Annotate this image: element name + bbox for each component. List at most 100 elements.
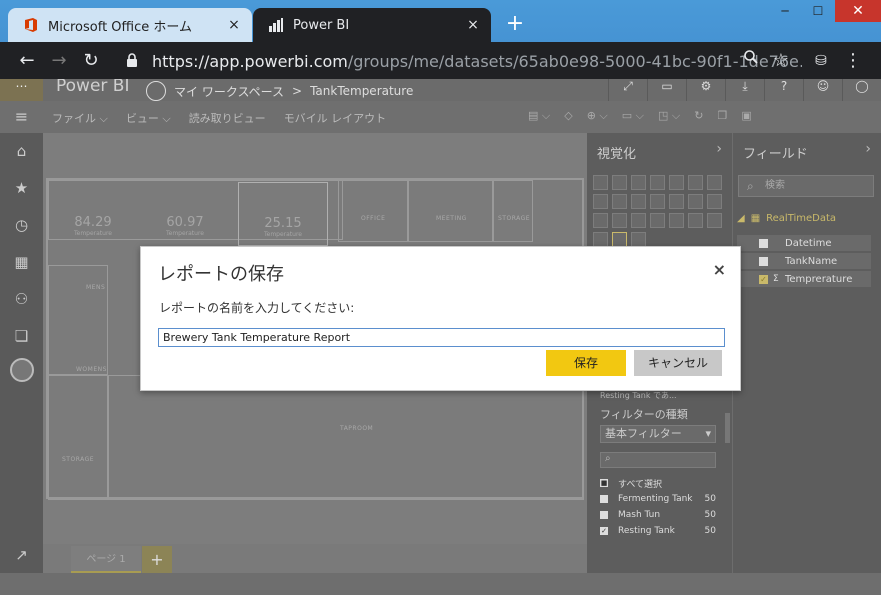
- app-launcher-icon[interactable]: ⋯: [0, 79, 43, 101]
- fullscreen-icon[interactable]: ⤢: [608, 79, 647, 101]
- menu-mobile-layout[interactable]: モバイル レイアウト: [284, 110, 387, 126]
- refresh-icon[interactable]: ↻: [694, 109, 703, 123]
- tab-power-bi[interactable]: Power BI ×: [253, 8, 491, 42]
- visual-type-icon[interactable]: [631, 175, 646, 190]
- checkbox[interactable]: ■: [600, 479, 608, 487]
- checkbox[interactable]: ✓: [759, 274, 768, 284]
- table-node[interactable]: ◢ ▦ RealTimeData: [737, 213, 836, 224]
- arrange-icon[interactable]: ◳ ⌵: [658, 109, 680, 123]
- visual-interaction-icon[interactable]: ▭ ⌵: [622, 109, 644, 123]
- address-bar[interactable]: https://app.powerbi.com/groups/me/datase…: [114, 46, 802, 76]
- expand-icon[interactable]: ◢: [737, 213, 745, 224]
- my-workspace-icon[interactable]: [10, 358, 34, 382]
- save-icon[interactable]: ▣: [741, 109, 751, 123]
- field-item[interactable]: TankName: [737, 253, 871, 269]
- home-icon[interactable]: ⌂: [0, 133, 43, 169]
- checkbox[interactable]: [600, 495, 608, 503]
- field-item[interactable]: Datetime: [737, 235, 871, 251]
- save-button[interactable]: 保存: [546, 350, 626, 376]
- extension-icon[interactable]: ⛁: [808, 48, 834, 74]
- menu-reading-view[interactable]: 読み取りビュー: [189, 110, 266, 126]
- workspaces-icon[interactable]: ❏: [0, 318, 43, 354]
- visual-type-icon[interactable]: [593, 194, 608, 209]
- visual-type-icon[interactable]: [688, 194, 703, 209]
- image-icon[interactable]: ⊕ ⌵: [587, 109, 608, 123]
- visual-type-icon[interactable]: [612, 175, 627, 190]
- cancel-button[interactable]: キャンセル: [634, 350, 722, 376]
- filter-item[interactable]: ✓ Resting Tank 50: [600, 523, 716, 539]
- report-name-input[interactable]: [158, 328, 725, 347]
- textbox-icon[interactable]: ▤ ⌵: [528, 109, 550, 123]
- filter-type-dropdown[interactable]: 基本フィルター ▾: [600, 425, 716, 443]
- help-icon[interactable]: ?: [764, 79, 803, 101]
- new-tab-button[interactable]: +: [503, 12, 527, 36]
- collapse-chevron-icon[interactable]: ›: [716, 141, 722, 157]
- close-tab-icon[interactable]: ×: [461, 17, 485, 33]
- visual-type-icon[interactable]: [669, 194, 684, 209]
- close-tab-icon[interactable]: ×: [222, 17, 246, 33]
- visual-type-icon[interactable]: [612, 213, 627, 228]
- close-icon[interactable]: ×: [713, 260, 726, 279]
- visual-type-icon[interactable]: [612, 194, 627, 209]
- hamburger-icon[interactable]: ≡: [0, 101, 43, 133]
- add-page-button[interactable]: +: [142, 546, 172, 573]
- shape-icon[interactable]: ◇: [564, 109, 572, 123]
- reload-button[interactable]: ↻: [78, 48, 104, 74]
- visual-type-icon[interactable]: [688, 213, 703, 228]
- visual-type-icon[interactable]: [650, 175, 665, 190]
- visual-type-icon[interactable]: [631, 232, 646, 247]
- visual-type-icon[interactable]: [650, 213, 665, 228]
- user-avatar-icon[interactable]: ◯: [842, 79, 881, 101]
- get-data-arrow-icon[interactable]: ↗: [0, 537, 43, 573]
- pane-scrollbar[interactable]: [725, 413, 730, 443]
- visual-type-icon[interactable]: [669, 175, 684, 190]
- menu-file[interactable]: ファイル ⌵: [52, 110, 108, 126]
- favorites-star-icon[interactable]: ★: [0, 170, 43, 206]
- comment-icon[interactable]: ▭: [647, 79, 686, 101]
- checkbox[interactable]: ✓: [600, 527, 608, 535]
- close-window-button[interactable]: ✕: [835, 0, 881, 22]
- visual-type-icon[interactable]: [669, 213, 684, 228]
- maximize-button[interactable]: ☐: [801, 0, 835, 22]
- visual-type-icon[interactable]: [612, 232, 627, 247]
- menu-view[interactable]: ビュー ⌵: [126, 110, 171, 126]
- filter-search-input[interactable]: ⌕: [600, 452, 716, 468]
- shared-icon[interactable]: ⚇: [0, 281, 43, 317]
- browser-menu-icon[interactable]: ⋮: [840, 48, 866, 74]
- visual-type-icon[interactable]: [593, 213, 608, 228]
- visual-type-icon[interactable]: [707, 213, 722, 228]
- kpi-card[interactable]: 84.29 Temperature: [68, 215, 118, 237]
- bookmark-star-icon[interactable]: ☆: [768, 48, 794, 74]
- visual-type-icon[interactable]: [593, 175, 608, 190]
- duplicate-icon[interactable]: ❐: [717, 109, 727, 123]
- field-search-input[interactable]: ⌕ 検索: [738, 175, 874, 197]
- pbi-brand[interactable]: Power BI: [56, 79, 129, 96]
- forward-button[interactable]: →: [46, 48, 72, 74]
- filter-item[interactable]: ■ すべて選択: [600, 475, 716, 491]
- breadcrumb-workspace[interactable]: マイ ワークスペース: [174, 83, 284, 100]
- visual-type-icon[interactable]: [593, 232, 608, 247]
- feedback-icon[interactable]: ☺: [803, 79, 842, 101]
- download-icon[interactable]: ⤓: [725, 79, 764, 101]
- zoom-search-icon[interactable]: [738, 48, 764, 74]
- visual-type-icon[interactable]: [688, 175, 703, 190]
- minimize-button[interactable]: ─: [769, 0, 801, 22]
- kpi-card[interactable]: 25.15 Temperature: [258, 216, 308, 238]
- tab-office-home[interactable]: Microsoft Office ホーム ×: [8, 8, 252, 42]
- settings-icon[interactable]: ⚙: [686, 79, 725, 101]
- recent-clock-icon[interactable]: ◷: [0, 207, 43, 243]
- apps-icon[interactable]: ▦: [0, 244, 43, 280]
- visual-type-icon[interactable]: [650, 194, 665, 209]
- page-tab[interactable]: ページ 1: [71, 546, 141, 573]
- visual-type-icon[interactable]: [631, 194, 646, 209]
- field-item[interactable]: ✓ Σ Tempreraturе: [737, 271, 871, 287]
- checkbox[interactable]: [600, 511, 608, 519]
- filter-item[interactable]: Mash Tun 50: [600, 507, 716, 523]
- kpi-card[interactable]: 60.97 Temperature: [160, 215, 210, 237]
- checkbox[interactable]: [759, 238, 768, 248]
- filter-item[interactable]: Fermenting Tank 50: [600, 491, 716, 507]
- visual-type-icon[interactable]: [631, 213, 646, 228]
- visual-type-icon[interactable]: [707, 175, 722, 190]
- collapse-chevron-icon[interactable]: ›: [865, 141, 871, 157]
- visual-type-icon[interactable]: [707, 194, 722, 209]
